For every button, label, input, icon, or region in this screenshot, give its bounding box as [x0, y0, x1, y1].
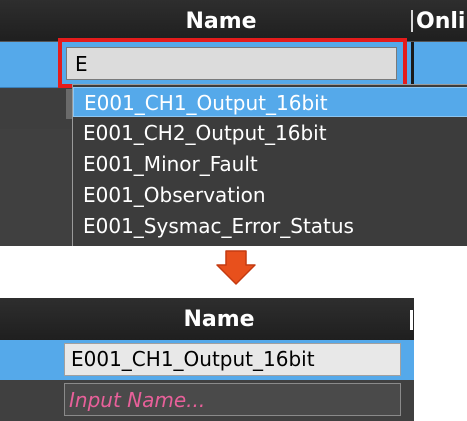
variable-table-autocomplete: Name Onli E001_CH1_Output_16bit E001_CH2… — [0, 0, 467, 246]
autocomplete-item[interactable]: E001_CH2_Output_16bit — [73, 118, 467, 148]
cell-divider — [411, 42, 414, 88]
column-header-name[interactable]: Name — [0, 298, 410, 340]
arrow-down-icon — [216, 250, 256, 285]
autocomplete-item-selected[interactable]: E001_CH1_Output_16bit — [73, 87, 467, 117]
highlight-frame — [58, 38, 407, 88]
variable-name-cell[interactable]: E001_CH1_Output_16bit — [64, 343, 401, 376]
column-separator[interactable] — [411, 10, 413, 32]
column-separator[interactable] — [410, 310, 413, 330]
autocomplete-item[interactable]: E001_Observation — [73, 180, 467, 210]
autocomplete-list[interactable]: E001_CH1_Output_16bit E001_CH2_Output_16… — [72, 84, 467, 246]
table-header: Name Onli — [0, 0, 467, 42]
autocomplete-item[interactable]: E001_Minor_Fault — [73, 149, 467, 179]
autocomplete-item[interactable]: E001_Sysmac_Error_Status — [73, 211, 467, 241]
column-header-name[interactable]: Name — [0, 0, 410, 42]
table-header: Name — [0, 298, 414, 340]
new-variable-name-input[interactable] — [64, 383, 401, 416]
column-header-online[interactable]: Onli — [416, 0, 465, 42]
variable-table-result: Name E001_CH1_Output_16bit — [0, 298, 414, 421]
